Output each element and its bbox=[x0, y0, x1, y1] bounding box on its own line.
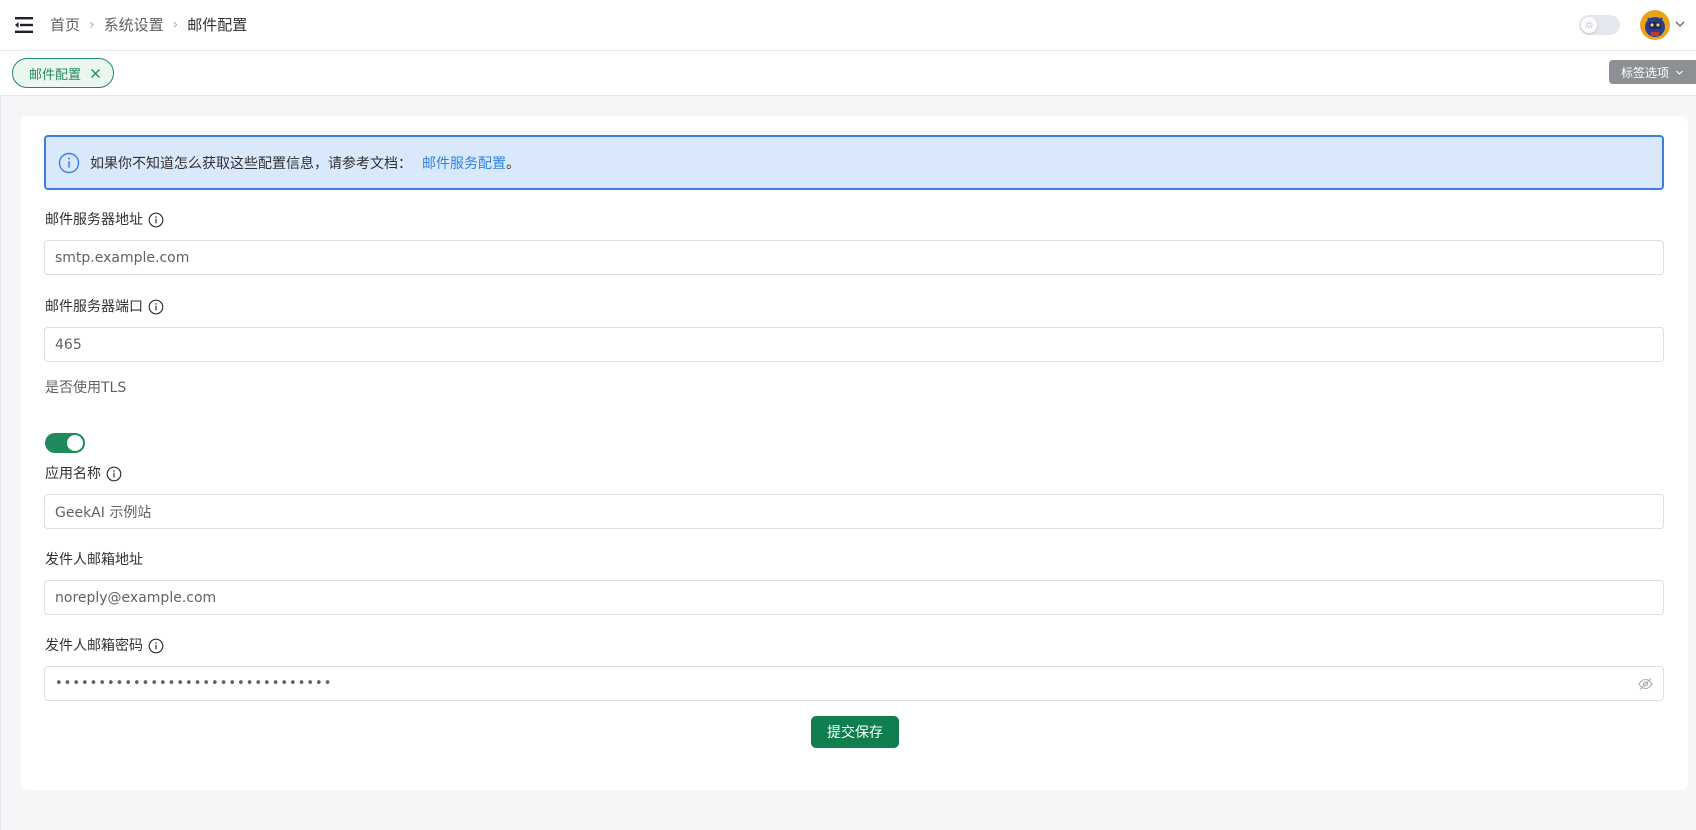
close-icon[interactable] bbox=[90, 68, 101, 79]
breadcrumb-home[interactable]: 首页 bbox=[50, 15, 80, 35]
app-name-input[interactable]: GeekAI 示例站 bbox=[44, 494, 1664, 529]
tags-bar: 邮件配置 标签选项 bbox=[0, 51, 1696, 96]
tag-label: 邮件配置 bbox=[29, 67, 82, 83]
chevron-down-icon[interactable] bbox=[1674, 18, 1686, 30]
info-circle-icon[interactable] bbox=[148, 638, 164, 654]
app-root: 首页 › 系统设置 › 邮件配置 邮件配置 标签选项 如果你不知道怎么获取这些配… bbox=[0, 0, 1696, 830]
smtp-port-label-text: 邮件服务器端口 bbox=[45, 299, 143, 315]
breadcrumb-system-settings[interactable]: 系统设置 bbox=[104, 15, 164, 35]
use-tls-switch-knob bbox=[67, 435, 83, 451]
smtp-host-input[interactable]: smtp.example.com bbox=[44, 240, 1664, 275]
info-circle-icon[interactable] bbox=[106, 466, 122, 482]
top-header: 首页 › 系统设置 › 邮件配置 bbox=[0, 0, 1696, 51]
mail-service-doc-link[interactable]: 邮件服务配置 bbox=[422, 153, 506, 173]
sender-email-value: noreply@example.com bbox=[55, 589, 217, 606]
smtp-port-label: 邮件服务器端口 bbox=[45, 297, 164, 317]
eye-off-icon[interactable] bbox=[1638, 677, 1653, 691]
tag-mail-config[interactable]: 邮件配置 bbox=[12, 58, 115, 88]
menu-fold-icon[interactable] bbox=[15, 16, 35, 34]
use-tls-label: 是否使用TLS bbox=[45, 378, 126, 398]
use-tls-label-text: 是否使用TLS bbox=[45, 380, 127, 396]
sender-password-value: •••••••••••••••••••••••••••••••• bbox=[55, 676, 333, 691]
breadcrumb: 首页 › 系统设置 › 邮件配置 bbox=[50, 15, 247, 35]
info-circle-icon[interactable] bbox=[148, 212, 164, 228]
info-alert: 如果你不知道怎么获取这些配置信息，请参考文档： 邮件服务配置 。 bbox=[44, 135, 1664, 190]
chevron-right-icon: › bbox=[89, 17, 95, 33]
sender-password-input[interactable]: •••••••••••••••••••••••••••••••• bbox=[44, 666, 1664, 701]
app-name-value: GeekAI 示例站 bbox=[55, 504, 152, 521]
sender-email-label-text: 发件人邮箱地址 bbox=[45, 552, 143, 568]
breadcrumb-current: 邮件配置 bbox=[187, 16, 248, 34]
alert-text: 如果你不知道怎么获取这些配置信息，请参考文档： bbox=[90, 155, 412, 172]
tag-options-button[interactable]: 标签选项 bbox=[1609, 60, 1696, 84]
sender-password-label-text: 发件人邮箱密码 bbox=[45, 638, 143, 654]
app-name-label: 应用名称 bbox=[45, 464, 122, 484]
user-avatar[interactable] bbox=[1640, 10, 1670, 40]
chevron-down-icon bbox=[1676, 70, 1683, 75]
theme-toggle[interactable] bbox=[1579, 15, 1620, 35]
theme-toggle-knob bbox=[1581, 17, 1597, 33]
chevron-right-icon: › bbox=[172, 17, 179, 33]
tag-options-label: 标签选项 bbox=[1620, 65, 1669, 80]
app-name-label-text: 应用名称 bbox=[45, 466, 101, 482]
alert-suffix: 。 bbox=[506, 155, 520, 172]
info-circle-icon[interactable] bbox=[148, 299, 164, 315]
sender-password-label: 发件人邮箱密码 bbox=[45, 636, 164, 656]
submit-save-button[interactable]: 提交保存 bbox=[811, 716, 899, 748]
use-tls-switch[interactable] bbox=[45, 433, 85, 453]
smtp-port-input[interactable]: 465 bbox=[44, 327, 1664, 362]
smtp-port-value: 465 bbox=[55, 336, 82, 353]
smtp-host-label-text: 邮件服务器地址 bbox=[45, 212, 143, 228]
smtp-host-value: smtp.example.com bbox=[55, 249, 190, 266]
info-circle-icon bbox=[58, 152, 80, 173]
smtp-host-label: 邮件服务器地址 bbox=[45, 210, 164, 230]
mail-config-card: 如果你不知道怎么获取这些配置信息，请参考文档： 邮件服务配置 。 邮件服务器地址… bbox=[21, 116, 1688, 790]
sun-icon bbox=[1584, 20, 1594, 30]
main-content: 如果你不知道怎么获取这些配置信息，请参考文档： 邮件服务配置 。 邮件服务器地址… bbox=[0, 96, 1696, 830]
sender-email-label: 发件人邮箱地址 bbox=[45, 550, 143, 570]
sender-email-input[interactable]: noreply@example.com bbox=[44, 580, 1664, 615]
